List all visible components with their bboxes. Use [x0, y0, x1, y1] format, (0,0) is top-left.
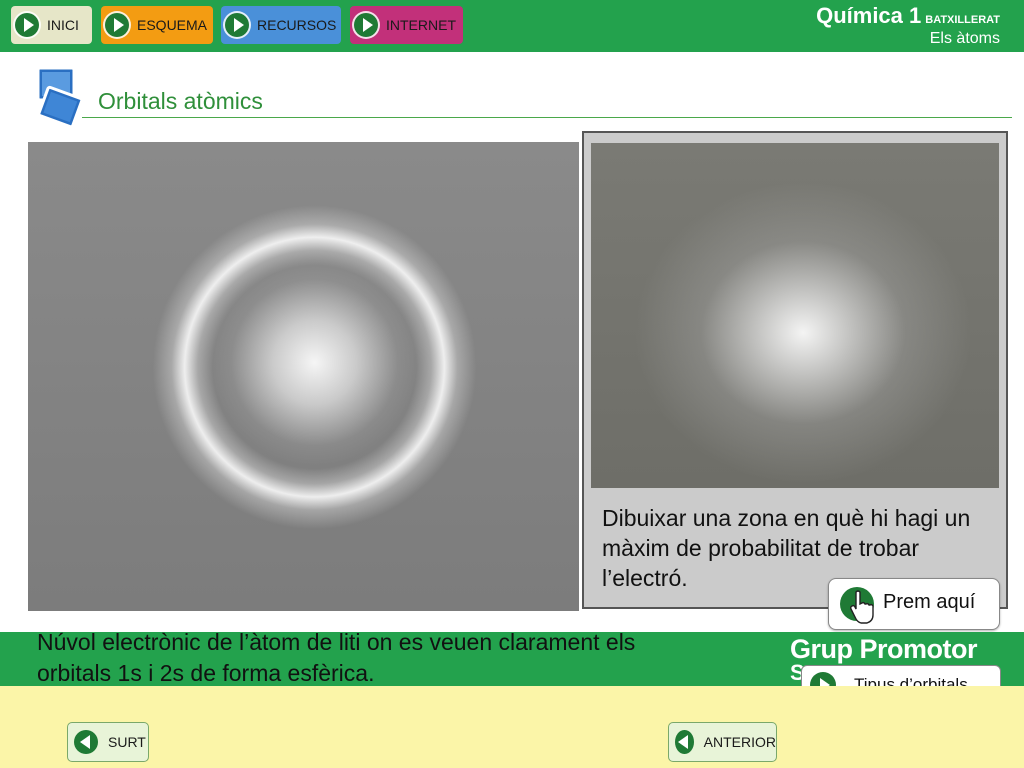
- prem-aqui-label: Prem aquí: [883, 591, 976, 613]
- play-icon: [105, 13, 129, 37]
- nav-inici-button[interactable]: INICI: [11, 6, 92, 44]
- play-icon: [15, 13, 39, 37]
- unit-title: Els àtoms: [929, 30, 1000, 47]
- nav-esquema-label: ESQUEMA: [137, 17, 208, 33]
- nav-internet-button[interactable]: INTERNET: [350, 6, 463, 44]
- back-arrow-icon: [74, 730, 98, 754]
- prem-aqui-button[interactable]: Prem aquí: [828, 578, 1000, 630]
- footer-band: [0, 686, 1024, 768]
- nav-internet-label: INTERNET: [386, 17, 456, 33]
- nav-inici-label: INICI: [47, 17, 79, 33]
- nav-recursos-label: RECURSOS: [257, 17, 337, 33]
- slides-icon: [36, 66, 84, 129]
- lithium-electron-cloud-image: [28, 142, 579, 611]
- anterior-button[interactable]: ANTERIOR: [668, 722, 777, 762]
- hand-cursor-icon: [849, 590, 874, 624]
- anterior-label: ANTERIOR: [703, 734, 776, 750]
- course-title: Química 1 BATXILLERAT: [816, 3, 1000, 29]
- play-icon: [225, 13, 249, 37]
- image-caption: Núvol electrònic de l’àtom de liti on es…: [37, 629, 636, 686]
- surt-button[interactable]: SURT: [67, 722, 149, 762]
- play-icon: [354, 13, 378, 37]
- nav-recursos-button[interactable]: RECURSOS: [221, 6, 341, 44]
- title-divider: [82, 117, 1012, 118]
- course-name: Química 1: [816, 3, 922, 28]
- brand-logo-text: Grup Promotor: [790, 634, 978, 664]
- course-level: BATXILLERAT: [925, 14, 1000, 26]
- nav-esquema-button[interactable]: ESQUEMA: [101, 6, 213, 44]
- back-arrow-icon: [675, 730, 694, 754]
- page-title: Orbitals atòmics: [98, 88, 263, 114]
- electron-probability-image: [591, 143, 999, 488]
- surt-label: SURT: [108, 734, 146, 750]
